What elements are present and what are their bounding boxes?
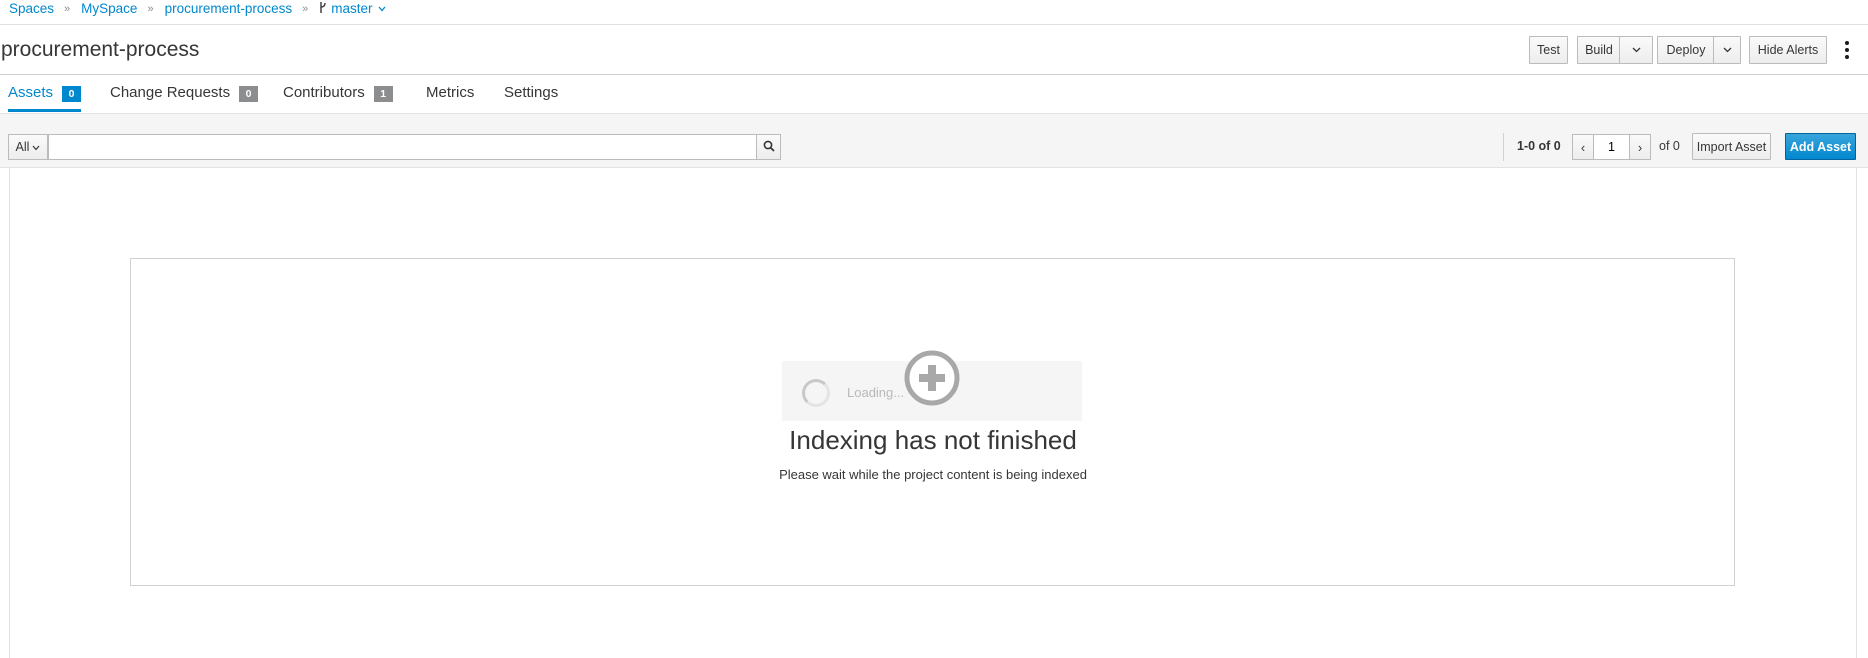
divider	[0, 74, 1868, 75]
tab-label: Change Requests	[110, 84, 231, 101]
deploy-button[interactable]: Deploy	[1657, 36, 1714, 64]
tab-label: Settings	[504, 84, 559, 101]
tab-label: Metrics	[426, 84, 475, 101]
breadcrumb-separator: »	[302, 2, 309, 15]
chevron-down-icon	[32, 140, 40, 154]
filter-select[interactable]: All	[8, 134, 48, 160]
tab-label: Contributors	[283, 84, 365, 101]
deploy-dropdown-toggle[interactable]	[1713, 36, 1741, 64]
build-button[interactable]: Build	[1577, 36, 1620, 64]
page-count: of 0	[1659, 139, 1680, 153]
pagination-range: 1-0 of 0	[1517, 139, 1561, 153]
tab-settings[interactable]: Settings	[504, 84, 558, 112]
divider	[0, 24, 1868, 25]
empty-state-title: Indexing has not finished	[789, 425, 1077, 455]
breadcrumb-spaces[interactable]: Spaces	[9, 1, 54, 16]
next-page-button[interactable]: ›	[1629, 134, 1651, 160]
breadcrumb-project[interactable]: procurement-process	[165, 1, 293, 16]
kebab-icon[interactable]	[1840, 38, 1854, 62]
breadcrumb-myspace[interactable]: MySpace	[81, 1, 137, 16]
filter-value: All	[15, 140, 30, 154]
search-icon	[763, 139, 775, 155]
build-dropdown-toggle[interactable]	[1619, 36, 1653, 64]
import-asset-button[interactable]: Import Asset	[1692, 133, 1771, 160]
tab-change-requests[interactable]: Change Requests 0	[110, 84, 259, 112]
breadcrumb: Spaces » MySpace » procurement-process »…	[9, 0, 386, 17]
count-badge: 1	[373, 86, 393, 102]
branch-icon	[319, 1, 327, 16]
previous-page-button[interactable]: ‹	[1572, 134, 1594, 160]
page-number-input[interactable]	[1593, 134, 1630, 160]
page-title: procurement-process	[1, 38, 200, 61]
asset-toolbar: All 1-0 of 0 ‹ › of 0 Import Asset Add A…	[0, 113, 1868, 168]
add-circle-icon	[904, 350, 960, 406]
tab-metrics[interactable]: Metrics	[426, 84, 474, 112]
hide-alerts-button[interactable]: Hide Alerts	[1749, 36, 1827, 64]
breadcrumb-separator: »	[64, 2, 71, 15]
test-button[interactable]: Test	[1529, 36, 1568, 64]
chevron-down-icon[interactable]	[378, 6, 386, 12]
divider	[1503, 133, 1504, 161]
loading-text: Loading...	[847, 385, 905, 400]
tab-contributors[interactable]: Contributors 1	[283, 84, 393, 112]
empty-state-description: Please wait while the project content is…	[779, 467, 1087, 482]
branch-selector[interactable]: master	[331, 1, 372, 16]
count-badge: 0	[62, 86, 82, 102]
chevron-down-icon	[1632, 47, 1641, 53]
spinner-icon	[802, 379, 830, 407]
empty-state-panel	[130, 258, 1735, 586]
breadcrumb-separator: »	[147, 2, 154, 15]
tab-label: Assets	[8, 84, 54, 101]
chevron-down-icon	[1723, 47, 1732, 53]
add-asset-button[interactable]: Add Asset	[1785, 133, 1856, 160]
search-button[interactable]	[756, 134, 781, 160]
search-input[interactable]	[48, 134, 757, 160]
count-badge: 0	[239, 86, 259, 102]
tab-assets[interactable]: Assets 0	[8, 84, 82, 112]
